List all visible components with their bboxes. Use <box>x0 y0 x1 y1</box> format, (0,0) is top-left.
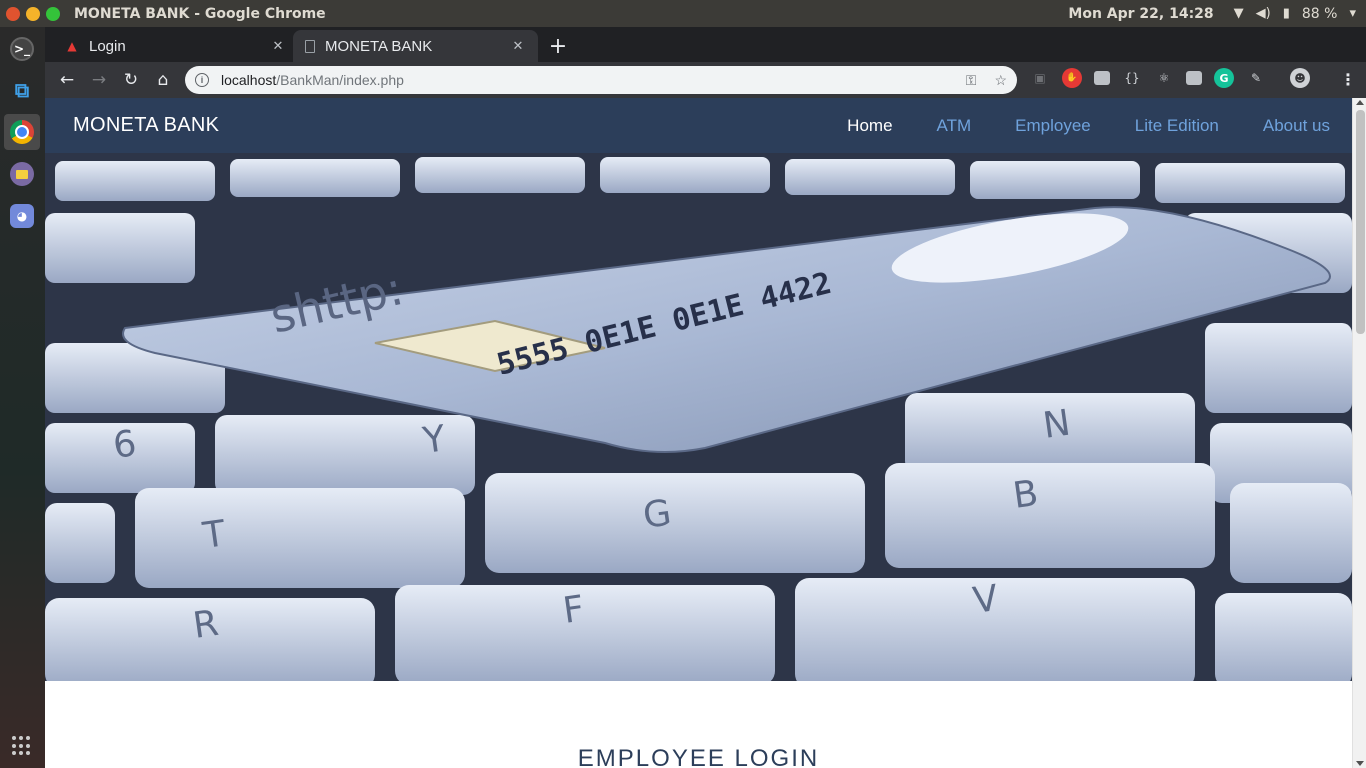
battery-icon[interactable]: ▮ <box>1283 6 1290 21</box>
os-top-bar: MONETA BANK - Google Chrome Mon Apr 22, … <box>0 0 1366 27</box>
dock-terminal[interactable]: >_ <box>4 31 40 67</box>
card-extension-icon[interactable] <box>1094 71 1110 85</box>
dock-discord[interactable]: ◕ <box>4 198 40 234</box>
extensions-area: ▣ ✋ {} ⚛ G ✎ ☻ <box>1030 68 1310 88</box>
nav-atm[interactable]: ATM <box>915 116 994 136</box>
wifi-icon[interactable]: ▼ <box>1234 6 1244 21</box>
nav-home[interactable]: Home <box>825 116 914 136</box>
nav-lite-edition[interactable]: Lite Edition <box>1113 116 1241 136</box>
site-navbar: MONETA BANK Home ATM Employee Lite Editi… <box>45 98 1352 153</box>
clock[interactable]: Mon Apr 22, 14:28 <box>1068 6 1213 22</box>
close-window-button[interactable] <box>6 6 20 21</box>
url-path: /BankMan/index.php <box>276 72 404 88</box>
volume-icon[interactable]: ◀) <box>1256 6 1271 21</box>
section-title: EMPLOYEE LOGIN <box>577 745 820 768</box>
system-tray: Mon Apr 22, 14:28 ▼ ◀) ▮ 88 % ▾ <box>1068 0 1366 27</box>
tab-strip: ▲ Login ✕ MONETA BANK ✕ + <box>45 27 1366 62</box>
page-viewport: MONETA BANK Home ATM Employee Lite Editi… <box>45 98 1352 768</box>
browser-window: ▲ Login ✕ MONETA BANK ✕ + ← → ↻ ⌂ i loca… <box>45 27 1366 768</box>
browser-menu-icon[interactable]: ⋮ <box>1340 70 1356 89</box>
svg-text:N: N <box>1041 403 1073 447</box>
hero-image: T G B R F V N Y 6 shttp: 5555 0E1E 0E1E … <box>45 153 1352 681</box>
address-bar[interactable]: i localhost/BankMan/index.php ⚿ ☆ <box>185 66 1017 94</box>
reload-button[interactable]: ↻ <box>115 64 147 96</box>
maximize-window-button[interactable] <box>46 6 60 21</box>
files-icon <box>10 162 34 186</box>
back-button[interactable]: ← <box>51 64 83 96</box>
site-nav-links: Home ATM Employee Lite Edition About us <box>825 98 1352 153</box>
system-menu-icon[interactable]: ▾ <box>1349 6 1356 21</box>
chrome-icon <box>10 120 34 144</box>
show-applications-icon[interactable] <box>12 736 32 756</box>
notes-extension-icon[interactable] <box>1186 71 1202 85</box>
stop-extension-icon[interactable]: ✋ <box>1062 68 1082 88</box>
code-extension-icon[interactable]: {} <box>1122 68 1142 88</box>
site-brand[interactable]: MONETA BANK <box>73 114 219 137</box>
dock-chrome[interactable] <box>4 114 40 150</box>
tab-close-icon[interactable]: ✕ <box>510 39 526 54</box>
forward-button[interactable]: → <box>83 64 115 96</box>
scroll-up-icon[interactable] <box>1356 100 1364 105</box>
nav-about-us[interactable]: About us <box>1241 116 1352 136</box>
scrollbar-thumb[interactable] <box>1356 110 1365 334</box>
battery-percent: 88 % <box>1301 5 1338 22</box>
tab-label: Login <box>89 37 126 55</box>
pen-extension-icon[interactable]: ✎ <box>1246 68 1266 88</box>
scroll-down-icon[interactable] <box>1356 761 1364 766</box>
page-favicon-icon <box>305 39 315 53</box>
site-info-icon[interactable]: i <box>195 73 209 87</box>
tab-login[interactable]: ▲ Login ✕ <box>53 30 298 62</box>
launcher-dock: >_ ⧉ ◕ <box>0 27 45 768</box>
new-tab-button[interactable]: + <box>545 33 571 59</box>
vscode-icon: ⧉ <box>14 78 30 102</box>
nav-employee[interactable]: Employee <box>993 116 1113 136</box>
key-icon[interactable]: ⚿ <box>966 72 977 89</box>
browser-toolbar: ← → ↻ ⌂ i localhost/BankMan/index.php ⚿ … <box>45 62 1366 98</box>
tab-moneta-bank[interactable]: MONETA BANK ✕ <box>293 30 538 62</box>
terminal-icon: >_ <box>10 37 34 61</box>
url-host: localhost <box>221 72 277 88</box>
credit-card-on-keyboard-illustration: T G B R F V N Y 6 shttp: 5555 0E1E 0E1E … <box>45 153 1352 681</box>
svg-text:G: G <box>641 492 674 536</box>
tab-label: MONETA BANK <box>325 37 433 55</box>
tab-close-icon[interactable]: ✕ <box>270 39 286 54</box>
page-scrollbar[interactable] <box>1352 98 1366 768</box>
discord-icon: ◕ <box>10 204 34 228</box>
dock-files[interactable] <box>4 156 40 192</box>
home-button[interactable]: ⌂ <box>147 64 179 96</box>
dock-vscode[interactable]: ⧉ <box>4 72 40 108</box>
minimize-window-button[interactable] <box>26 6 40 21</box>
window-controls <box>6 6 60 21</box>
react-extension-icon[interactable]: ⚛ <box>1154 68 1174 88</box>
profile-avatar-icon[interactable]: ☻ <box>1290 68 1310 88</box>
android-extension-icon[interactable]: ▣ <box>1030 68 1050 88</box>
login-favicon-icon: ▲ <box>67 39 77 53</box>
bookmark-star-icon[interactable]: ☆ <box>994 72 1007 89</box>
window-title: MONETA BANK - Google Chrome <box>74 5 326 22</box>
grammarly-extension-icon[interactable]: G <box>1214 68 1234 88</box>
